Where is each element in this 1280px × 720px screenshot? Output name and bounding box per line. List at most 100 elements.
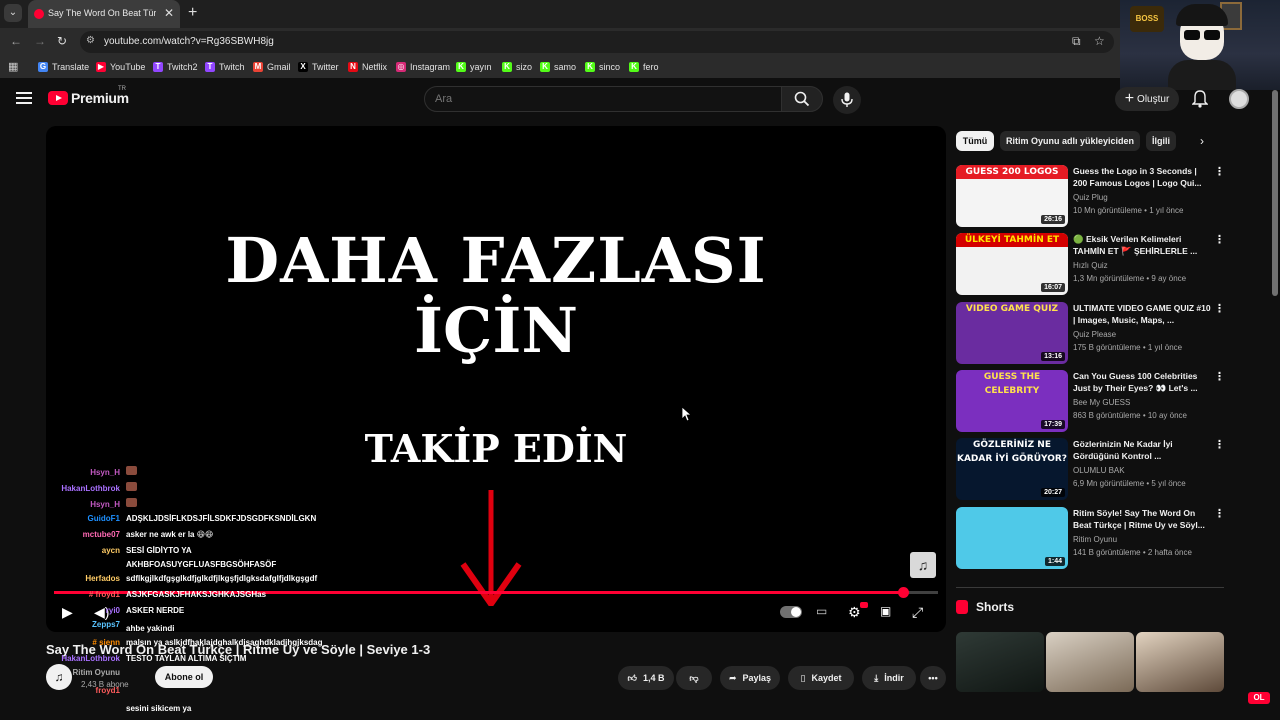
bookmark-item[interactable]: G Translate	[38, 56, 89, 78]
video-thumbnail[interactable]: GUESS 200 LOGOS 26:16	[956, 165, 1068, 227]
install-icon[interactable]: ⧉	[1072, 34, 1081, 49]
video-thumbnail[interactable]: VIDEO GAME QUIZ 13:16	[956, 302, 1068, 364]
autoplay-toggle[interactable]	[780, 606, 802, 618]
download-button[interactable]: ⤓ İndir	[862, 666, 916, 690]
chevron-right-icon[interactable]: ›	[1200, 134, 1204, 148]
chat-emote-icon	[126, 482, 137, 491]
more-vertical-icon[interactable]: ⋮	[1214, 165, 1225, 178]
video-thumbnail[interactable]: 1:44	[956, 507, 1068, 569]
address-bar[interactable]: ⚙ youtube.com/watch?v=Rg36SBWH8jg ⧉ ☆	[80, 31, 1114, 53]
dislike-button[interactable]: 👎︎	[676, 666, 712, 690]
more-vertical-icon[interactable]: ⋮	[1214, 370, 1225, 383]
recommended-video[interactable]: GUESS THE CELEBRITY 17:39 Can You Guess 10…	[956, 370, 1225, 432]
recommended-video[interactable]: 1:44 Ritim Söyle! Say The Word On Beat Tü…	[956, 507, 1225, 569]
music-note-icon[interactable]: ♫	[910, 552, 936, 578]
recommended-title[interactable]: Gözlerinizin Ne Kadar İyi Gördüğünü Kont…	[1073, 438, 1211, 462]
recommended-channel[interactable]: OLUMLU BAK	[1073, 466, 1125, 475]
notifications-bell-icon[interactable]	[1192, 90, 1208, 108]
bookmark-star-icon[interactable]: ☆	[1094, 34, 1105, 48]
apps-grid-icon[interactable]: ▦	[8, 60, 18, 73]
bookmark-item[interactable]: Kyayın	[456, 56, 492, 78]
chat-message: Ritim Oyunu	[44, 668, 120, 677]
more-vertical-icon[interactable]: ⋮	[1214, 507, 1225, 520]
close-tab-icon[interactable]: ✕	[164, 6, 174, 20]
more-vertical-icon[interactable]: ⋮	[1214, 233, 1225, 246]
recommended-video[interactable]: VIDEO GAME QUIZ 13:16 ULTIMATE VIDEO GAME …	[956, 302, 1225, 364]
short-thumbnail[interactable]	[956, 632, 1044, 692]
recommended-channel[interactable]: Ritim Oyunu	[1073, 535, 1117, 544]
settings-gear-icon[interactable]: ⚙	[848, 604, 861, 621]
video-thumbnail[interactable]: ÜLKEYİ TAHMİN ET 16:07	[956, 233, 1068, 295]
chat-emote-icon	[126, 466, 137, 475]
recommended-title[interactable]: ULTIMATE VIDEO GAME QUIZ #10 | Images, M…	[1073, 302, 1211, 326]
share-button[interactable]: ➦ Paylaş	[720, 666, 780, 690]
youtube-premium-logo[interactable]: Premium TR	[48, 86, 129, 106]
site-info-icon[interactable]: ⚙	[86, 35, 95, 46]
url-text[interactable]: youtube.com/watch?v=Rg36SBWH8jg	[104, 36, 274, 47]
streamer-webcam: BOSS	[1120, 0, 1280, 90]
bookmark-item[interactable]: T Twitch	[205, 56, 245, 78]
search-box[interactable]	[424, 86, 782, 112]
menu-icon[interactable]	[16, 92, 32, 104]
account-avatar[interactable]	[1229, 89, 1249, 109]
video-thumbnail[interactable]: GÖZLERİNİZ NE KADAR İYİ GÖRÜYOR? 20:27	[956, 438, 1068, 500]
recommended-video[interactable]: GÖZLERİNİZ NE KADAR İYİ GÖRÜYOR? 20:27 Göz…	[956, 438, 1225, 500]
bookmark-item[interactable]: X Twitter	[298, 56, 339, 78]
recommended-video[interactable]: ÜLKEYİ TAHMİN ET 16:07 🟢 Eksik Verilen Kel…	[956, 233, 1225, 295]
bookmark-favicon-icon: ◎	[396, 62, 406, 72]
recommended-video[interactable]: GUESS 200 LOGOS 26:16 Guess the Logo in 3 …	[956, 165, 1225, 227]
fullscreen-icon[interactable]: ⤢	[912, 604, 923, 621]
more-vertical-icon[interactable]: ⋮	[1214, 438, 1225, 451]
bookmark-item[interactable]: M Gmail	[253, 56, 291, 78]
chip-related[interactable]: İlgili	[1146, 131, 1176, 151]
page-scrollbar[interactable]	[1272, 90, 1278, 296]
more-actions-button[interactable]: •••	[920, 666, 946, 690]
recommended-title[interactable]: Ritim Söyle! Say The Word On Beat Türkçe…	[1073, 507, 1211, 531]
new-tab-button[interactable]: +	[188, 4, 197, 22]
bookmark-item[interactable]: Kfero	[629, 56, 659, 78]
chat-username: Hsyn_H	[90, 468, 120, 477]
recommended-channel[interactable]: Hızlı Quiz	[1073, 261, 1108, 270]
search-button[interactable]	[781, 86, 823, 112]
like-button[interactable]: 👍︎ 1,4 B	[618, 666, 674, 690]
bookmark-label: Instagram	[410, 62, 451, 72]
video-thumbnail[interactable]: GUESS THE CELEBRITY 17:39	[956, 370, 1068, 432]
chat-message: Hsyn_H	[44, 498, 137, 509]
chat-message: ryi0 ASKER NERDE	[44, 606, 184, 615]
recommended-title[interactable]: 🟢 Eksik Verilen Kelimeleri TAHMİN ET 🚩 Ş…	[1073, 233, 1211, 257]
browser-tab[interactable]: Say The Word On Beat Türkçe | ✕	[28, 0, 180, 28]
bookmark-item[interactable]: T Twitch2	[153, 56, 198, 78]
reload-icon[interactable]: ↻	[57, 34, 67, 48]
create-button[interactable]: + Oluştur	[1115, 87, 1179, 111]
bookmark-item[interactable]: Ksamo	[540, 56, 576, 78]
chip-from-uploader[interactable]: Ritim Oyunu adlı yükleyiciden	[1000, 131, 1140, 151]
save-button[interactable]: ▯ Kaydet	[788, 666, 854, 690]
progress-scrubber[interactable]	[897, 587, 909, 598]
recommended-title[interactable]: Can You Guess 100 Celebrities Just by Th…	[1073, 370, 1211, 394]
subtitles-icon[interactable]: ▭	[816, 604, 827, 618]
bookmark-item[interactable]: Ksizo	[502, 56, 532, 78]
short-thumbnail[interactable]	[1046, 632, 1134, 692]
recommended-channel[interactable]: Quiz Please	[1073, 330, 1116, 339]
tab-search-icon[interactable]: ⌄	[4, 4, 22, 22]
recommended-channel[interactable]: Quiz Plug	[1073, 193, 1108, 202]
bookmark-label: sinco	[599, 62, 621, 72]
voice-search-button[interactable]	[833, 86, 861, 114]
bookmark-item[interactable]: N Netflix	[348, 56, 387, 78]
bookmarks-bar: ▦ G Translate ▶ YouTube T Twitch2 T Twitch M Gmai…	[0, 56, 1120, 78]
bookmark-item[interactable]: Ksinco	[585, 56, 620, 78]
theater-mode-icon[interactable]: ▣	[880, 604, 891, 618]
forward-icon[interactable]: →	[34, 34, 46, 48]
recommended-title[interactable]: Guess the Logo in 3 Seconds | 200 Famous…	[1073, 165, 1211, 189]
bookmark-item[interactable]: ▶ YouTube	[96, 56, 145, 78]
more-vertical-icon[interactable]: ⋮	[1214, 302, 1225, 315]
search-input[interactable]	[435, 93, 755, 105]
recommended-channel[interactable]: Bee My GUESS	[1073, 398, 1130, 407]
chip-all[interactable]: Tümü	[956, 131, 994, 151]
bookmark-label: sizo	[516, 62, 533, 72]
short-thumbnail[interactable]	[1136, 632, 1224, 692]
bookmark-item[interactable]: ◎ Instagram	[396, 56, 450, 78]
chat-message: ahbe yakindi	[44, 624, 174, 633]
bookmark-favicon-icon: N	[348, 62, 358, 72]
back-icon[interactable]: ←	[10, 34, 22, 48]
